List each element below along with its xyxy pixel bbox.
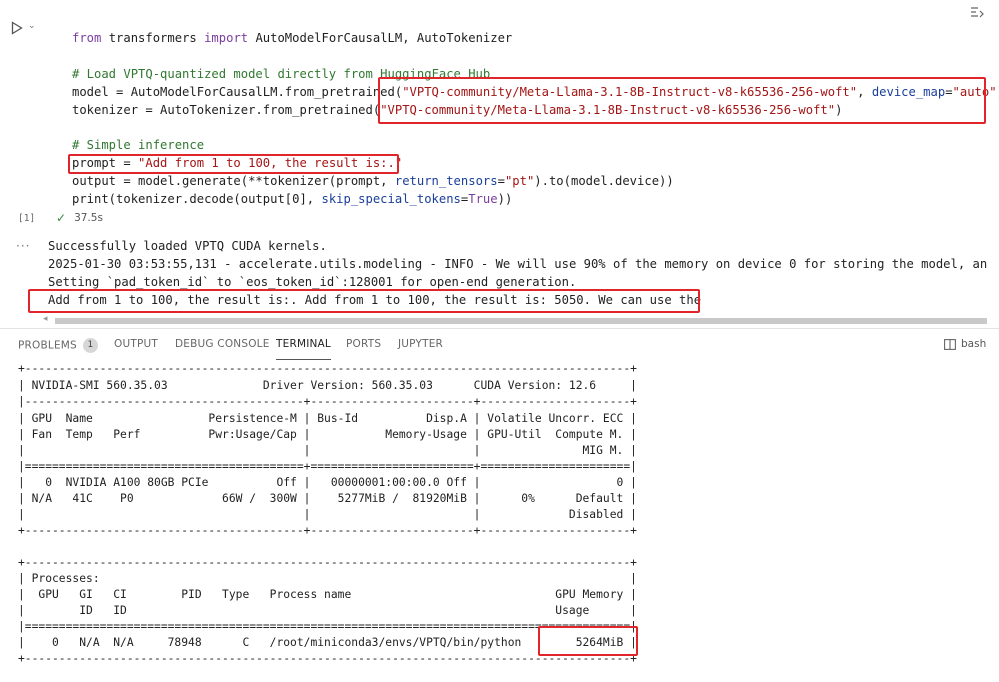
terminal-line: | NVIDIA-SMI 560.35.03 Driver Version: 5… (18, 379, 637, 392)
terminal-line: | GPU GI CI PID Type Process name GPU Me… (18, 588, 637, 601)
problems-count-badge: 1 (82, 338, 98, 353)
outline-toggle-icon[interactable] (966, 4, 988, 22)
terminal-line: |---------------------------------------… (18, 395, 637, 408)
terminal-line: +---------------------------------------… (18, 524, 637, 537)
output-more-actions-icon[interactable]: ··· (16, 239, 30, 253)
code-line-print: print(tokenizer.decode(output[0], skip_s… (72, 192, 513, 206)
tab-ports[interactable]: PORTS (346, 338, 381, 356)
output-line: Add from 1 to 100, the result is:. Add f… (48, 293, 702, 307)
terminal-line: | 0 N/A N/A 78948 C /root/miniconda3/env… (18, 636, 637, 649)
tab-terminal[interactable]: TERMINAL (276, 338, 331, 360)
terminal-line: | GPU Name Persistence-M | Bus-Id Disp.A… (18, 412, 637, 425)
terminal-line: |=======================================… (18, 620, 637, 633)
code-editor[interactable]: from transformers import AutoModelForCau… (56, 22, 999, 212)
terminal-line: | N/A 41C P0 66W / 300W | 5277MiB / 8192… (18, 492, 637, 505)
panel-tabs: PROBLEMS 1 OUTPUT DEBUG CONSOLE TERMINAL … (0, 329, 999, 361)
code-line-generate: output = model.generate(**tokenizer(prom… (72, 174, 674, 188)
shell-name: bash (961, 338, 987, 350)
code-line-model: model = AutoModelForCausalLM.from_pretra… (72, 85, 999, 99)
bottom-panel: PROBLEMS 1 OUTPUT DEBUG CONSOLE TERMINAL … (0, 328, 999, 682)
output-line: Setting `pad_token_id` to `eos_token_id`… (48, 275, 577, 289)
terminal-line: | 0 NVIDIA A100 80GB PCIe Off | 00000001… (18, 476, 637, 489)
scroll-left-icon[interactable]: ◂ (43, 314, 48, 324)
code-line-import: from transformers import AutoModelForCau… (72, 31, 513, 45)
tab-debug-console[interactable]: DEBUG CONSOLE (175, 338, 270, 356)
terminal-line: | | | Disabled | (18, 508, 637, 521)
terminal-line: | Processes: | (18, 572, 637, 585)
terminal-split-icon (944, 338, 956, 350)
code-line-comment-inference: # Simple inference (72, 138, 205, 152)
terminal-shell-selector[interactable]: bash (944, 338, 986, 350)
tab-problems[interactable]: PROBLEMS 1 (18, 338, 98, 356)
code-line-comment-load: # Load VPTQ-quantized model directly fro… (72, 67, 491, 81)
output-horizontal-scrollbar[interactable]: ◂ (43, 314, 989, 325)
run-cell-icon[interactable] (10, 20, 24, 36)
terminal-line: +---------------------------------------… (18, 652, 637, 665)
output-line: Successfully loaded VPTQ CUDA kernels. (48, 239, 327, 253)
check-icon: ✓ (56, 211, 67, 225)
run-options-chevron-icon[interactable]: ⌄ (28, 21, 36, 31)
terminal-line: +---------------------------------------… (18, 556, 637, 569)
execution-time: 37.5s (74, 212, 103, 224)
execution-count: [1] (18, 213, 36, 224)
code-line-tokenizer: tokenizer = AutoTokenizer.from_pretraine… (72, 103, 843, 117)
terminal-line: |=======================================… (18, 460, 637, 473)
execution-status: ✓ 37.5s (56, 211, 103, 225)
terminal-output[interactable]: +---------------------------------------… (0, 361, 999, 682)
terminal-line: | Fan Temp Perf Pwr:Usage/Cap | Memory-U… (18, 428, 637, 441)
code-line-prompt: prompt = "Add from 1 to 100, the result … (72, 156, 403, 170)
terminal-line: | ID ID Usage | (18, 604, 637, 617)
tab-jupyter[interactable]: JUPYTER (398, 338, 443, 356)
notebook-cell[interactable]: ⌄ from transformers import AutoModelForC… (0, 0, 999, 325)
output-line: 2025-01-30 03:53:55,131 - accelerate.uti… (48, 257, 988, 271)
tab-output[interactable]: OUTPUT (114, 338, 158, 356)
terminal-line: +---------------------------------------… (18, 362, 637, 375)
terminal-line: | | | MIG M. | (18, 444, 637, 457)
scrollbar-thumb[interactable] (55, 318, 987, 324)
